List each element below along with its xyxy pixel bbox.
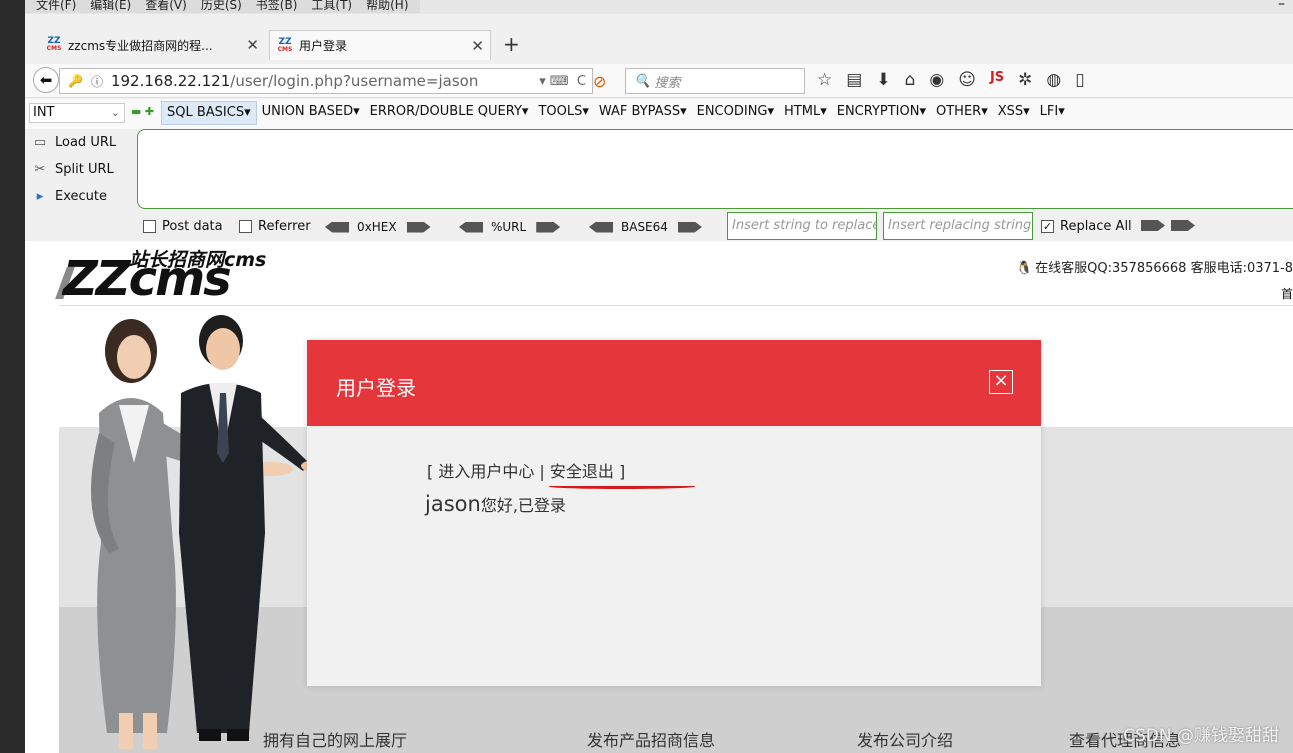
new-tab-button[interactable]: +: [503, 32, 520, 56]
menu-help[interactable]: 帮助(H): [359, 0, 415, 13]
url-encode-button[interactable]: %URL: [459, 220, 561, 234]
modal-links: [ 进入用户中心 | 安全退出 ]: [427, 462, 626, 481]
logout-link[interactable]: 安全退出: [550, 462, 614, 481]
qq-icon[interactable]: 🐧: [1016, 261, 1032, 276]
tab-label: zzcms专业做招商网的程...: [68, 38, 213, 53]
plus-minus-icon[interactable]: ▬ ✚: [131, 105, 154, 118]
play-icon: ▸: [36, 189, 44, 204]
replace-go-button[interactable]: [1141, 220, 1195, 231]
bottom-nav-showroom[interactable]: 拥有自己的网上展厅: [263, 727, 407, 751]
address-bar[interactable]: 🔑 ⓘ 192.168.22.121/user/login.php?userna…: [59, 68, 593, 94]
zzcms-logo-tagline: 站长招商网cms: [129, 249, 267, 271]
user-center-link[interactable]: 进入用户中心: [438, 462, 534, 481]
menu-sql-basics[interactable]: SQL BASICS▾: [161, 101, 257, 125]
menu-waf-bypass[interactable]: WAF BYPASS▾: [594, 101, 692, 125]
js-toggle-icon[interactable]: JS: [990, 70, 1004, 90]
scissors-icon: ✂: [34, 162, 46, 177]
hex-encode-button[interactable]: 0xHEX: [325, 220, 431, 234]
menu-encoding[interactable]: ENCODING▾: [692, 101, 779, 125]
menu-tools[interactable]: TOOLS▾: [533, 101, 593, 125]
url-text: 192.168.22.121/user/login.php?username=j…: [110, 72, 479, 90]
menu-view[interactable]: 查看(V): [138, 0, 194, 13]
tab-bar: ZZ CMS zzcms专业做招商网的程... ✕ ZZ CMS 用户登录 ✕ +: [25, 28, 1293, 62]
base64-button[interactable]: BASE64: [589, 220, 702, 234]
referrer-checkbox[interactable]: Referrer: [239, 219, 311, 234]
bottom-nav-company-intro[interactable]: 发布公司介绍: [857, 727, 953, 751]
chevron-down-icon: ⌄: [110, 106, 120, 119]
execute-button[interactable]: ▸ Execute: [25, 183, 135, 210]
download-icon[interactable]: ⬇: [876, 70, 890, 90]
hackbar-options: Post data Referrer 0xHEX %URL BASE64 Ins…: [25, 212, 1293, 240]
minimize-button[interactable]: –: [1278, 0, 1285, 12]
tab-zzcms-home[interactable]: ZZ CMS zzcms专业做招商网的程... ✕: [45, 30, 265, 60]
bookmark-star-icon[interactable]: ☆: [817, 70, 832, 90]
menu-html[interactable]: HTML▾: [779, 101, 832, 125]
hackbar-icon[interactable]: ◍: [1046, 70, 1061, 90]
zzcms-favicon-icon: ZZ CMS: [277, 36, 293, 53]
toolbar-icons: ☆ ▤ ⬇ ⌂ ◉ ☺ JS ✲ ◍ ▯: [817, 70, 1085, 90]
bug-icon[interactable]: ✲: [1018, 70, 1032, 90]
bottom-nav-publish-products[interactable]: 发布产品招商信息: [587, 727, 715, 751]
home-link[interactable]: 首: [1281, 285, 1293, 302]
contact-info: 🐧 在线客服QQ:357856668 客服电话:0371-8: [1015, 261, 1293, 276]
menu-other[interactable]: OTHER▾: [931, 101, 993, 125]
tab-user-login[interactable]: ZZ CMS 用户登录 ✕: [269, 30, 491, 60]
hackbar-toolbar: INT ⌄ ▬ ✚ SQL BASICS▾ UNION BASED▾ ERROR/…: [25, 99, 1293, 129]
info-icon[interactable]: ⓘ: [91, 73, 103, 90]
block-icon[interactable]: ⊘: [593, 72, 606, 91]
replace-all-checkbox[interactable]: ✓ Replace All: [1041, 219, 1132, 234]
hackbar-url-textarea[interactable]: [137, 129, 1293, 209]
search-input[interactable]: 🔍 搜索: [625, 68, 805, 94]
load-icon: ▭: [33, 135, 47, 150]
menu-error-double-query[interactable]: ERROR/DOUBLE QUERY▾: [365, 101, 534, 125]
modal-title: 用户登录: [336, 376, 416, 400]
username: jason: [425, 492, 481, 516]
menu-edit[interactable]: 编辑(E): [83, 0, 138, 13]
post-data-checkbox[interactable]: Post data: [143, 219, 223, 234]
navigation-toolbar: ⬅ 🔑 ⓘ 192.168.22.121/user/login.php?user…: [25, 64, 1293, 98]
reading-list-icon[interactable]: ▤: [846, 70, 862, 90]
menu-bar: 文件(F) 编辑(E) 查看(V) 历史(S) 书签(B) 工具(T) 帮助(H…: [25, 0, 1293, 14]
web-page: ZZcms 站长招商网cms 🐧 在线客服QQ:357856668 客服电话:03…: [25, 241, 1293, 753]
logged-in-text: 您好,已登录: [480, 496, 566, 515]
menu-tools[interactable]: 工具(T): [304, 0, 359, 13]
menu-file[interactable]: 文件(F): [29, 0, 83, 13]
login-status-message: jason您好,已登录: [425, 492, 566, 516]
search-icon: 🔍: [634, 73, 655, 89]
back-button[interactable]: ⬅: [33, 67, 59, 93]
menu-xss[interactable]: XSS▾: [993, 101, 1035, 125]
header-divider: [59, 305, 1293, 306]
browser-window: 文件(F) 编辑(E) 查看(V) 历史(S) 书签(B) 工具(T) 帮助(H…: [25, 0, 1293, 753]
red-annotation-underline: [549, 484, 695, 489]
tab-label: 用户登录: [299, 39, 348, 53]
close-tab-icon[interactable]: ✕: [246, 36, 259, 54]
modal-header: 用户登录 ×: [307, 340, 1041, 426]
menu-union-based[interactable]: UNION BASED▾: [257, 101, 365, 125]
replace-string-input[interactable]: Insert string to replace: [727, 212, 877, 240]
device-icon[interactable]: ▯: [1075, 70, 1084, 90]
menu-bookmarks[interactable]: 书签(B): [249, 0, 305, 13]
key-icon: 🔑: [68, 74, 83, 88]
addon-icon[interactable]: ◉: [929, 70, 944, 90]
close-tab-icon[interactable]: ✕: [471, 37, 484, 55]
menu-history[interactable]: 历史(S): [194, 0, 249, 13]
load-url-button[interactable]: ▭ Load URL: [25, 129, 135, 156]
close-icon[interactable]: ×: [989, 370, 1013, 394]
replacing-string-input[interactable]: Insert replacing string: [883, 212, 1033, 240]
menu-encryption[interactable]: ENCRYPTION▾: [832, 101, 931, 125]
type-select[interactable]: INT ⌄: [29, 103, 125, 123]
menu-lfi[interactable]: LFI▾: [1035, 101, 1070, 125]
zzcms-favicon-icon: ZZ CMS: [46, 36, 62, 53]
reload-icon[interactable]: ▾ ⌨ C: [539, 74, 586, 89]
csdn-watermark: CSDN @赚钱娶甜甜: [1123, 726, 1279, 746]
split-url-button[interactable]: ✂ Split URL: [25, 156, 135, 183]
home-icon[interactable]: ⌂: [905, 70, 916, 90]
login-modal: 用户登录 × [ 进入用户中心 | 安全退出 ] jason您好,已登录: [307, 340, 1041, 686]
palette-icon[interactable]: ☺: [958, 70, 976, 90]
